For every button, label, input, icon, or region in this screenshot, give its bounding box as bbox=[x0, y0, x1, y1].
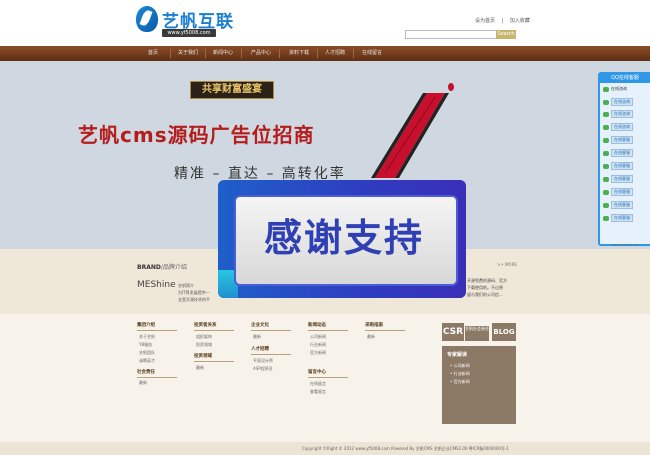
qq-icon bbox=[603, 150, 609, 156]
qq-item[interactable]: 在线客服 bbox=[603, 162, 643, 170]
qq-item[interactable]: 在线客服 bbox=[603, 175, 643, 183]
footer-link[interactable]: 平面设计师 bbox=[253, 358, 273, 364]
footer-link[interactable]: 在线留言 bbox=[310, 381, 326, 387]
site-url-badge: www.yf5008.com bbox=[162, 29, 216, 37]
footer-col-title[interactable]: 企业文化 bbox=[251, 322, 291, 331]
footer-link[interactable]: 最新 bbox=[139, 380, 147, 386]
expert-panel-title: 专家解读 bbox=[447, 352, 468, 358]
nav-item-about[interactable]: 关于我们 bbox=[171, 46, 205, 61]
main-nav: 首页 关于我们 新闻中心 产品中心 资料下载 人才招聘 在线留言 bbox=[0, 46, 650, 61]
set-homepage-link[interactable]: 设为首页 bbox=[475, 18, 495, 24]
footer-link[interactable]: ASP程序员 bbox=[253, 366, 273, 372]
footer-col-title[interactable]: 投资领域 bbox=[194, 353, 234, 362]
footer-col-title[interactable]: 新闻动态 bbox=[308, 322, 348, 331]
csr-button[interactable]: CSR bbox=[442, 323, 464, 341]
brand-right-text: 开源免费的源码、官方 下载使用的。不过原 留与我们的公司信... bbox=[467, 278, 507, 297]
expert-link[interactable]: • 官方新闻 bbox=[450, 379, 470, 385]
footer-link[interactable]: 行业新闻 bbox=[310, 342, 326, 348]
nav-item-products[interactable]: 产品中心 bbox=[244, 46, 278, 61]
banner-headline: 艺帆cms源码广告位招商 bbox=[78, 123, 315, 147]
popup-text: 感谢支持 bbox=[263, 216, 424, 260]
logo-icon[interactable] bbox=[136, 6, 158, 32]
brand-description: 艺帆简介 为IT界发展提供一 支是开源技术的平 bbox=[178, 283, 210, 302]
search-button[interactable]: Search bbox=[496, 30, 516, 39]
csr-subtitle: 艺帆社会责任 bbox=[465, 326, 489, 341]
footer-col-title[interactable]: 采购指南 bbox=[365, 322, 405, 331]
qq-item[interactable]: 在线客服 bbox=[603, 201, 643, 209]
qq-panel-title: QQ在线客服 bbox=[600, 74, 650, 83]
footer-col-title[interactable]: 人才招聘 bbox=[251, 346, 291, 355]
footer-link[interactable]: 诚聘英才 bbox=[139, 358, 155, 364]
add-favorite-link[interactable]: 加入收藏 bbox=[510, 18, 530, 24]
footer-link[interactable]: 最新 bbox=[253, 334, 261, 340]
search-input[interactable] bbox=[405, 30, 497, 39]
footer-col-title[interactable]: 社会责任 bbox=[137, 369, 177, 378]
qq-item[interactable]: 在线咨询 bbox=[603, 98, 643, 106]
footer-link[interactable]: 最新 bbox=[367, 334, 375, 340]
nav-item-guestbook[interactable]: 在线留言 bbox=[355, 46, 389, 61]
qq-icon bbox=[603, 176, 609, 182]
qq-icon bbox=[603, 124, 609, 130]
qq-icon bbox=[603, 99, 609, 105]
separator: | bbox=[501, 18, 504, 24]
qq-item[interactable]: 在线客服 bbox=[603, 188, 643, 196]
footer-link[interactable]: 最新 bbox=[196, 365, 204, 371]
footer-link[interactable]: 查看留言 bbox=[310, 389, 326, 395]
qq-item[interactable]: 在线客服 bbox=[603, 136, 643, 144]
qq-icon bbox=[603, 137, 609, 143]
footer-col-title[interactable]: 留言中心 bbox=[308, 369, 348, 378]
qq-panel-footer: shell trail tool ctrl bbox=[611, 243, 639, 247]
blog-button[interactable]: BLOG bbox=[492, 323, 516, 341]
qq-item[interactable]: 在线客服 bbox=[603, 149, 643, 157]
footer-link[interactable]: 关于艺帆 bbox=[139, 334, 155, 340]
header bbox=[0, 0, 650, 46]
banner-slogan: 共享财富盛宴 bbox=[190, 81, 274, 99]
qq-icon bbox=[603, 202, 609, 208]
footer-link[interactable]: 官方新闻 bbox=[310, 350, 326, 356]
qq-item[interactable]: 在线客服 bbox=[603, 214, 643, 222]
qq-icon bbox=[603, 163, 609, 169]
more-link[interactable]: >> MORE bbox=[497, 262, 517, 267]
escalator-illustration bbox=[371, 83, 454, 178]
qq-icon bbox=[603, 86, 609, 92]
qq-icon bbox=[603, 189, 609, 195]
nav-item-news[interactable]: 新闻中心 bbox=[206, 46, 240, 61]
copyright-text: Copyright ©Right © 2012 www.yf5008.com P… bbox=[302, 446, 509, 451]
nav-item-downloads[interactable]: 资料下载 bbox=[282, 46, 316, 61]
footer-link[interactable]: YB服务 bbox=[139, 342, 152, 348]
footer-link[interactable]: 公司新闻 bbox=[310, 334, 326, 340]
qq-icon bbox=[603, 111, 609, 117]
footer-link[interactable]: 组织架构 bbox=[196, 334, 212, 340]
qq-item[interactable]: 在线咨询 bbox=[603, 86, 643, 92]
nav-item-jobs[interactable]: 人才招聘 bbox=[318, 46, 352, 61]
expert-link[interactable]: • 行业新闻 bbox=[450, 371, 470, 377]
footer-col-title[interactable]: 投资者关系 bbox=[194, 322, 234, 331]
qq-item[interactable]: 在线咨询 bbox=[603, 110, 643, 118]
footer-link[interactable]: 艺帆团队 bbox=[139, 350, 155, 356]
expert-link[interactable]: • 公司新闻 bbox=[450, 363, 470, 369]
qq-item[interactable]: 在线咨询 bbox=[603, 123, 643, 131]
brand-section-title: BRAND/品牌介绍 bbox=[137, 264, 187, 271]
top-links: 设为首页 | 加入收藏 bbox=[470, 17, 530, 24]
brand-logo: MEShine bbox=[137, 280, 176, 290]
nav-item-home[interactable]: 首页 bbox=[136, 46, 170, 61]
qq-icon bbox=[603, 215, 609, 221]
footer-col-title[interactable]: 集团介绍 bbox=[137, 322, 177, 331]
footer-link[interactable]: 投资领域 bbox=[196, 342, 212, 348]
